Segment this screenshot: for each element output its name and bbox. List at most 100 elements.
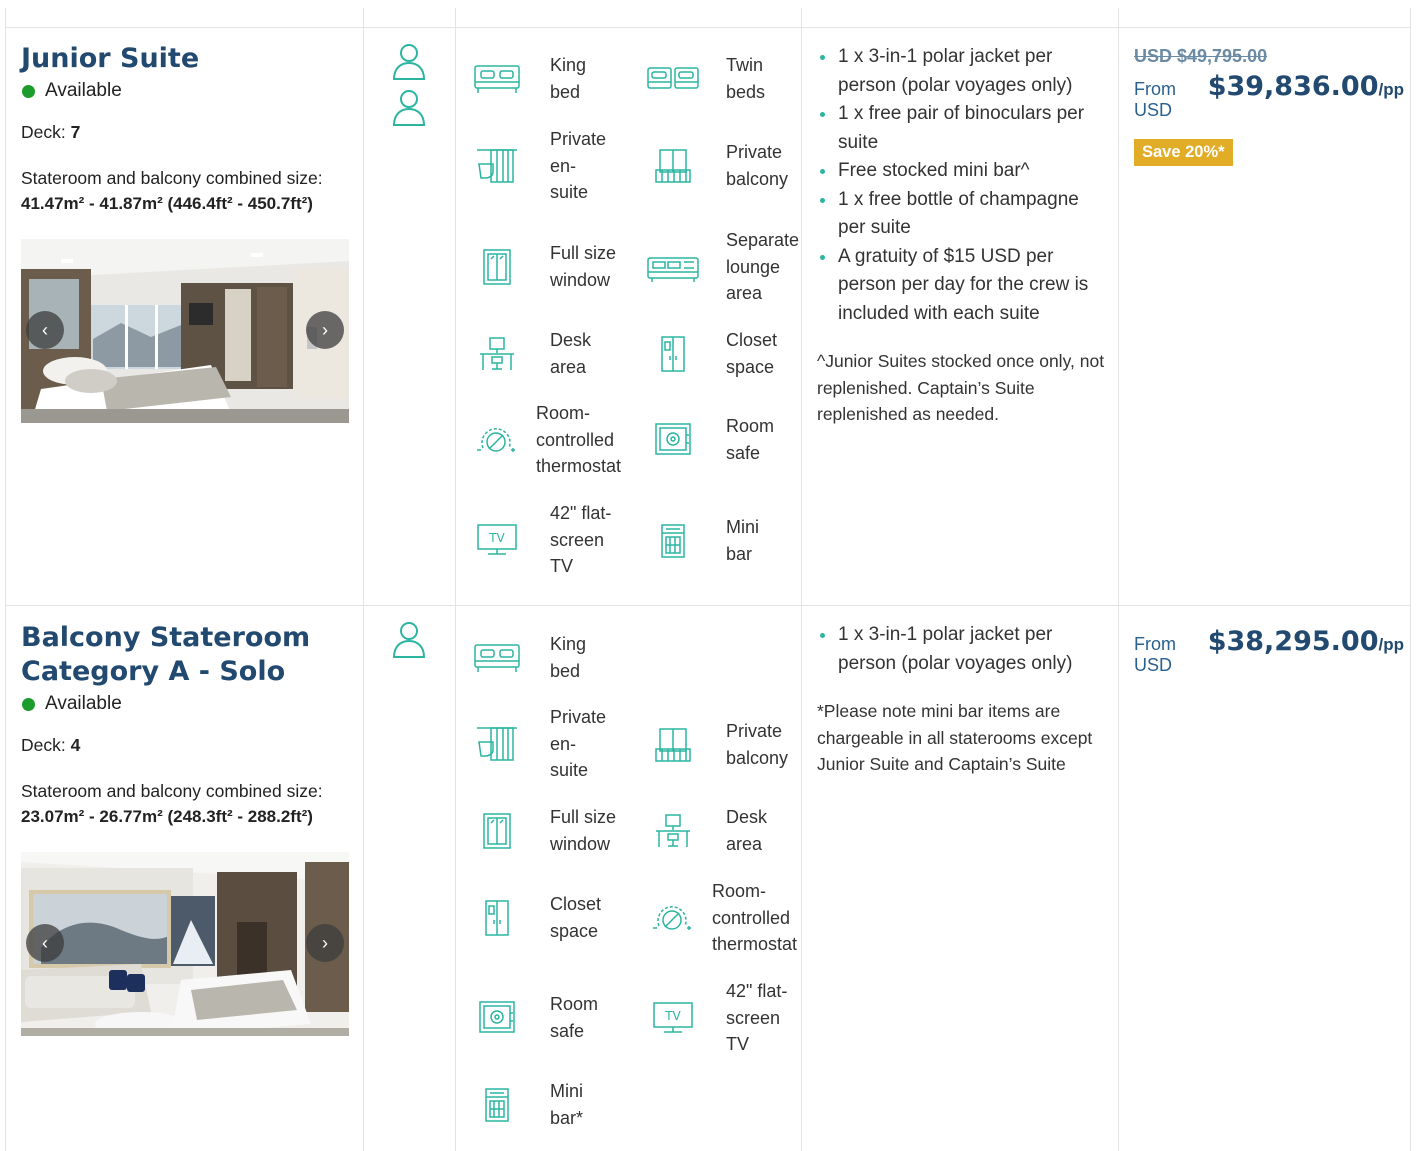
amenity-desk-area: Desk area <box>470 327 591 380</box>
amenity-full-size-window: Full size window <box>470 804 616 857</box>
suite-comparison-table: Junior Suite Available Deck: 7 Stateroom… <box>5 0 1411 1151</box>
amenity-king-bed: King bed <box>470 631 586 684</box>
size-value: 41.47m² - 41.87m² (446.4ft² - 450.7ft²) <box>21 194 313 213</box>
amenity-label: Private balcony <box>726 142 789 189</box>
amenity-label: Room safe <box>726 416 775 463</box>
guest-capacity <box>391 620 431 666</box>
amenity-flat-screen-tv: TV 42" flat-screen TV <box>470 500 611 580</box>
suite-row-junior-suite: Junior Suite Available Deck: 7 Stateroom… <box>5 28 1411 606</box>
deck-info: Deck: 7 <box>21 122 351 143</box>
price-amount: $38,295.00 <box>1207 626 1379 657</box>
amenity-label: Mini bar* <box>550 1081 584 1128</box>
suite-price: USD $49,795.00 From USD $39,836.00 /pp S… <box>1134 46 1404 166</box>
amenity-label: Mini bar <box>726 517 760 564</box>
perk-item: 1 x 3-in-1 polar jacket per person (pola… <box>817 43 1107 100</box>
suite-title[interactable]: Balcony Stateroom Category A - Solo <box>21 621 351 689</box>
king-bed-icon <box>470 57 524 101</box>
deck-label: Deck: <box>21 735 66 755</box>
suite-price: From USD $38,295.00 /pp <box>1134 626 1404 676</box>
suite-title-line[interactable]: Category A - Solo <box>21 655 351 689</box>
twin-beds-icon <box>646 57 700 101</box>
desk-area-icon <box>470 332 524 376</box>
amenity-mini-bar: Mini bar* <box>470 1078 583 1131</box>
price-unit: /pp <box>1378 80 1405 99</box>
original-price: USD $49,795.00 <box>1134 46 1268 66</box>
availability-status: Available <box>21 693 351 715</box>
perk-item: Free stocked mini bar^ <box>817 157 1107 186</box>
carousel-prev-button[interactable]: ‹ <box>26 924 64 962</box>
amenity-label: Full size window <box>550 243 617 290</box>
deck-value: 4 <box>70 735 81 755</box>
amenity-label: Desk area <box>726 807 768 854</box>
private-ensuite-icon <box>470 722 524 766</box>
desk-area-icon <box>646 809 700 853</box>
suite-photo-carousel[interactable]: ‹ › <box>21 852 349 1036</box>
amenity-private-ensuite: Private en-suite <box>470 126 606 206</box>
amenity-label: Private balcony <box>726 721 789 768</box>
room-safe-icon <box>646 418 700 462</box>
current-price: From USD $38,295.00 /pp <box>1134 626 1404 676</box>
svg-text:TV: TV <box>664 1009 681 1023</box>
amenity-closet-space: Closet space <box>470 891 601 944</box>
guest-capacity <box>391 42 431 134</box>
availability-status: Available <box>21 80 351 102</box>
amenity-label: 42" flat-screen TV <box>550 503 612 576</box>
availability-label: Available <box>45 693 122 714</box>
amenity-label: Full size window <box>550 807 617 854</box>
closet-icon <box>646 332 700 376</box>
price-prefix: From USD <box>1134 79 1176 120</box>
mini-bar-icon <box>470 1083 524 1127</box>
amenity-mini-bar: Mini bar <box>646 514 759 567</box>
amenity-label: Closet space <box>550 894 602 941</box>
amenity-room-safe: Room safe <box>470 991 598 1044</box>
amenity-full-size-window: Full size window <box>470 240 616 293</box>
balcony-stateroom-photo <box>21 852 349 1036</box>
suite-title[interactable]: Junior Suite <box>21 42 351 76</box>
amenity-label: King bed <box>550 55 587 102</box>
price-unit: /pp <box>1378 635 1405 654</box>
amenity-desk-area: Desk area <box>646 804 767 857</box>
amenity-label: Private en-suite <box>550 129 607 202</box>
carousel-next-button[interactable]: › <box>306 924 344 962</box>
size-label: Stateroom and balcony combined size: <box>21 781 323 801</box>
suite-info: Junior Suite Available Deck: 7 Stateroom… <box>21 42 351 423</box>
amenity-label: Room safe <box>550 994 599 1041</box>
size-value: 23.07m² - 26.77m² (248.3ft² - 288.2ft²) <box>21 807 313 826</box>
amenity-room-thermostat: Room-controlled thermostat <box>646 878 797 958</box>
suite-info: Balcony Stateroom Category A - Solo Avai… <box>21 621 351 1036</box>
private-balcony-icon <box>646 144 700 188</box>
amenity-label: Closet space <box>726 330 778 377</box>
suite-photo-carousel[interactable]: ‹ › <box>21 239 349 423</box>
carousel-next-button[interactable]: › <box>306 311 344 349</box>
perks-list: 1 x 3-in-1 polar jacket per person (pola… <box>817 43 1107 328</box>
amenity-private-balcony: Private balcony <box>646 718 788 771</box>
available-dot-icon <box>22 697 35 711</box>
carousel-prev-button[interactable]: ‹ <box>26 311 64 349</box>
amenity-king-bed: King bed <box>470 52 586 105</box>
perk-item: 1 x free pair of binoculars per suite <box>817 100 1107 157</box>
full-size-window-icon <box>470 245 524 289</box>
perks-note: ^Junior Suites stocked once only, not re… <box>817 351 1105 424</box>
suite-perks: 1 x 3-in-1 polar jacket per person (pola… <box>817 43 1107 428</box>
suite-perks: 1 x 3-in-1 polar jacket per person (pola… <box>817 621 1107 778</box>
suite-title-line[interactable]: Junior Suite <box>21 42 351 76</box>
amenity-flat-screen-tv: TV 42" flat-screen TV <box>646 978 787 1058</box>
person-icon <box>392 622 426 658</box>
suite-row-balcony-stateroom: Balcony Stateroom Category A - Solo Avai… <box>5 606 1411 1151</box>
amenity-label: Twin beds <box>726 55 766 102</box>
amenity-label: Separate lounge area <box>726 230 800 303</box>
junior-suite-photo <box>21 239 349 423</box>
perk-item: 1 x 3-in-1 polar jacket per person (pola… <box>817 621 1107 678</box>
amenity-room-thermostat: Room-controlled thermostat <box>470 400 621 480</box>
amenity-closet-space: Closet space <box>646 327 777 380</box>
perk-item: A gratuity of $15 USD per person per day… <box>817 243 1107 329</box>
svg-text:TV: TV <box>488 531 505 545</box>
suite-title-line[interactable]: Balcony Stateroom <box>21 621 351 655</box>
amenity-twin-beds: Twin beds <box>646 52 765 105</box>
amenity-label: 42" flat-screen TV <box>726 981 788 1054</box>
amenity-label: King bed <box>550 634 587 681</box>
amenity-label: Private en-suite <box>550 707 607 780</box>
private-ensuite-icon <box>470 144 524 188</box>
size-label: Stateroom and balcony combined size: <box>21 168 323 188</box>
amenity-private-ensuite: Private en-suite <box>470 704 606 784</box>
